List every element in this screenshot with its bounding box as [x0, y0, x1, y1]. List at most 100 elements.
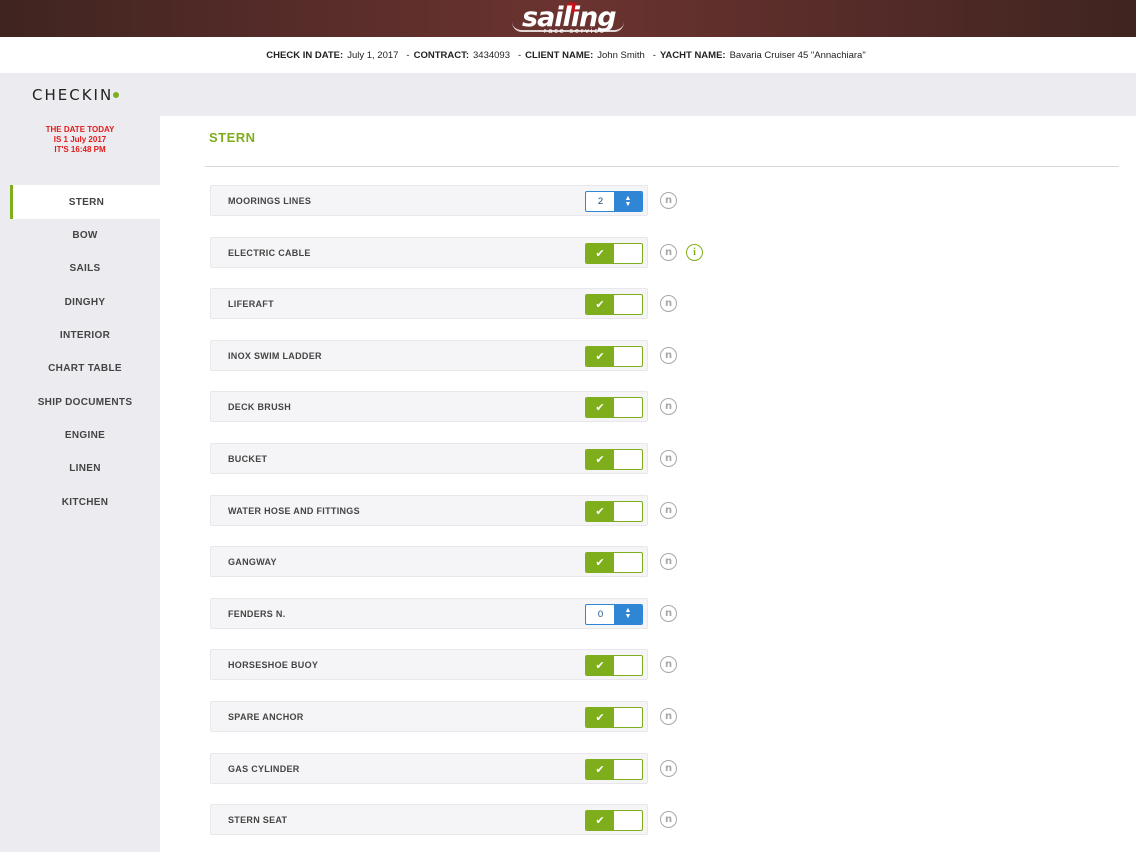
bucket-toggle[interactable]: ✔	[585, 448, 643, 470]
gangway-toggle[interactable]: ✔	[585, 552, 643, 574]
check-icon: ✔	[586, 398, 614, 418]
stepper-arrows-icon[interactable]: ▲ ▼	[614, 192, 642, 211]
stepper-arrows-icon[interactable]: ▲ ▼	[614, 604, 642, 624]
note-icon[interactable]: n	[660, 553, 677, 571]
fenders-stepper[interactable]: 0 ▲ ▼	[585, 603, 643, 625]
info-icon[interactable]: i	[686, 243, 703, 261]
spare-anchor-toggle[interactable]: ✔	[585, 706, 643, 728]
checklist: MOORINGS LINES 2 ▲ ▼ n ELECTRIC CABLE ✔ n…	[210, 185, 770, 852]
sailing-logo: sailing race service	[508, 0, 628, 37]
sidebar-nav: STERN BOW SAILS DINGHY INTERIOR CHART TA…	[10, 185, 160, 519]
section-title: STERN	[209, 130, 256, 145]
electric-cable-toggle[interactable]: ✔	[585, 242, 643, 264]
stepper-value: 2	[597, 196, 604, 207]
check-icon: ✔	[586, 243, 614, 263]
liferaft-toggle[interactable]: ✔	[585, 294, 643, 316]
row-box: GAS CYLINDER ✔	[210, 752, 648, 784]
sidebar-item-bow[interactable]: BOW	[10, 219, 160, 252]
row-box: INOX SWIM LADDER ✔	[210, 339, 648, 371]
note-icon[interactable]: n	[660, 346, 677, 364]
client-name-value: John Smith	[597, 49, 645, 61]
checkin-date-value: July 1, 2017	[347, 49, 399, 61]
note-icon[interactable]: n	[660, 398, 677, 416]
main-content: STERN MOORINGS LINES 2 ▲ ▼ n ELECTRIC CAB…	[160, 116, 1136, 852]
checklist-row-electric-cable: ELECTRIC CABLE ✔ n i	[210, 236, 770, 268]
row-box: WATER HOSE AND FITTINGS ✔	[210, 494, 648, 526]
note-icon[interactable]: n	[660, 759, 677, 777]
moorings-lines-stepper[interactable]: 2 ▲ ▼	[585, 191, 643, 212]
contract-value: 3434093	[473, 49, 510, 61]
checkin-title: CHECKIN	[32, 86, 114, 104]
row-label: GANGWAY	[228, 557, 277, 568]
row-label: SPARE ANCHOR	[228, 711, 304, 722]
row-label: STERN SEAT	[228, 815, 288, 826]
status-dot-icon	[113, 92, 119, 98]
sidebar-item-interior[interactable]: INTERIOR	[10, 319, 160, 352]
note-icon[interactable]: n	[660, 656, 677, 674]
note-icon[interactable]: n	[660, 604, 677, 622]
logo-subtext: race service	[544, 28, 606, 35]
row-box: STERN SEAT ✔	[210, 804, 648, 836]
row-label: BUCKET	[228, 453, 268, 464]
row-box: LIFERAFT ✔	[210, 288, 648, 320]
note-icon[interactable]: n	[660, 192, 677, 209]
row-label: DECK BRUSH	[228, 402, 292, 413]
checklist-row-moorings-lines: MOORINGS LINES 2 ▲ ▼ n	[210, 185, 770, 216]
sidebar: CHECKIN THE DATE TODAY IS 1 July 2017 IT…	[0, 73, 160, 852]
yacht-name-value: Bavaria Cruiser 45 "Annachiara"	[729, 49, 866, 61]
inox-swim-ladder-toggle[interactable]: ✔	[585, 345, 643, 367]
checkin-info-bar: CHECK IN DATE: July 1, 2017 - CONTRACT: …	[0, 37, 1136, 73]
row-label: MOORINGS LINES	[228, 196, 312, 206]
checklist-row-fenders: FENDERS N. 0 ▲ ▼ n	[210, 597, 770, 629]
row-label: LIFERAFT	[228, 299, 274, 310]
checklist-row-horseshoe-buoy: HORSESHOE BUOY ✔ n	[210, 649, 770, 681]
sidebar-item-sails[interactable]: SAILS	[10, 252, 160, 285]
row-label: FENDERS N.	[228, 608, 286, 619]
yacht-name-label: YACHT NAME:	[659, 49, 726, 61]
gas-cylinder-toggle[interactable]: ✔	[585, 758, 643, 780]
date-today-line: IS 1 July 2017	[53, 135, 107, 144]
contract-label: CONTRACT:	[413, 49, 470, 61]
check-icon: ✔	[586, 811, 614, 831]
top-bar: sailing race service	[0, 0, 1136, 37]
note-icon[interactable]: n	[660, 449, 677, 467]
separator: -	[652, 49, 656, 61]
row-box: SPARE ANCHOR ✔	[210, 700, 648, 732]
note-icon[interactable]: n	[660, 501, 677, 519]
sidebar-item-chart-table[interactable]: CHART TABLE	[10, 352, 160, 385]
row-label: GAS CYLINDER	[228, 763, 300, 774]
stern-seat-toggle[interactable]: ✔	[585, 810, 643, 832]
row-box: FENDERS N. 0 ▲ ▼	[210, 597, 648, 629]
water-hose-toggle[interactable]: ✔	[585, 500, 643, 522]
note-icon[interactable]: n	[660, 243, 677, 261]
sidebar-item-stern[interactable]: STERN	[10, 185, 160, 219]
row-label: ELECTRIC CABLE	[228, 247, 311, 258]
checklist-row-spare-anchor: SPARE ANCHOR ✔ n	[210, 700, 770, 732]
checklist-row-stern-seat: STERN SEAT ✔ n	[210, 804, 770, 836]
check-icon: ✔	[586, 501, 614, 521]
date-today-line: IT'S 16:48 PM	[54, 145, 106, 154]
check-icon: ✔	[586, 553, 614, 573]
check-icon: ✔	[586, 295, 614, 315]
sidebar-item-engine[interactable]: ENGINE	[10, 419, 160, 452]
sidebar-item-linen[interactable]: LINEN	[10, 452, 160, 485]
stepper-value: 0	[597, 608, 604, 620]
checklist-row-water-hose: WATER HOSE AND FITTINGS ✔ n	[210, 494, 770, 526]
checklist-row-gas-cylinder: GAS CYLINDER ✔ n	[210, 752, 770, 784]
note-icon[interactable]: n	[660, 707, 677, 725]
note-icon[interactable]: n	[660, 295, 677, 313]
sidebar-item-ship-documents[interactable]: SHIP DOCUMENTS	[10, 385, 160, 418]
row-box: HORSESHOE BUOY ✔	[210, 649, 648, 681]
row-box: DECK BRUSH ✔	[210, 391, 648, 423]
sidebar-item-kitchen[interactable]: KITCHEN	[10, 485, 160, 518]
horseshoe-buoy-toggle[interactable]: ✔	[585, 655, 643, 677]
section-divider	[205, 166, 1119, 167]
note-icon[interactable]: n	[660, 811, 677, 829]
sidebar-item-dinghy[interactable]: DINGHY	[10, 286, 160, 319]
row-label: INOX SWIM LADDER	[228, 350, 322, 361]
deck-brush-toggle[interactable]: ✔	[585, 397, 643, 419]
separator: -	[406, 49, 410, 61]
date-today-line: THE DATE TODAY	[45, 125, 115, 134]
row-box: BUCKET ✔	[210, 442, 648, 474]
check-icon: ✔	[586, 759, 614, 779]
